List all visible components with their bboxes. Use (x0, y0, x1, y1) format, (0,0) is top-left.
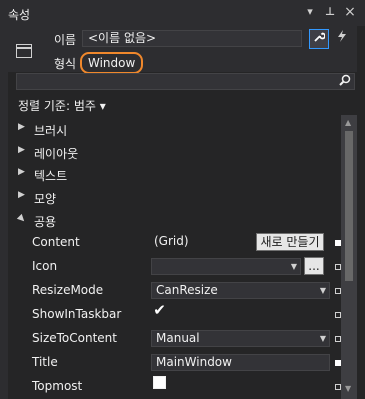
lightning-icon[interactable] (332, 29, 352, 49)
category-label: 텍스트 (34, 169, 68, 183)
chevron-down-icon: ▼ (319, 286, 326, 295)
category-label: 브러시 (34, 124, 68, 138)
category-appearance[interactable]: ▶ 모양 (8, 187, 341, 209)
search-input[interactable] (16, 73, 355, 90)
property-row-icon: Icon ▼ ... (8, 255, 341, 279)
left-gutter (0, 26, 8, 399)
close-icon[interactable]: × (342, 4, 358, 20)
title-input[interactable]: MainWindow (151, 354, 330, 371)
category-layout[interactable]: ▶ 레이아웃 (8, 142, 341, 164)
chevron-down-icon: ▼ (290, 262, 297, 271)
browse-icon-button[interactable]: ... (304, 257, 324, 275)
expand-icon: ▶ (18, 122, 25, 132)
panel-titlebar: 속성 ▾ ⊥ × (0, 0, 365, 26)
type-value: Window (80, 52, 144, 74)
property-row-sizetocontent: SizeToContent Manual ▼ (8, 327, 341, 351)
panel-title: 속성 (8, 8, 31, 22)
expand-icon: ▶ (18, 145, 25, 155)
property-name: Content (32, 235, 80, 249)
property-row-title: Title MainWindow (8, 351, 341, 375)
content-value: (Grid) (154, 234, 189, 248)
icon-select[interactable]: ▼ (151, 258, 301, 275)
resizemode-select[interactable]: CanResize ▼ (151, 282, 330, 299)
category-label: 모양 (34, 192, 57, 206)
property-name: Title (32, 355, 58, 369)
dropdown-icon[interactable]: ▾ (302, 4, 318, 20)
property-row-showintaskbar: ShowInTaskbar ✔ (8, 303, 341, 327)
search-icon (339, 74, 351, 89)
expand-icon: ▶ (18, 190, 25, 200)
type-label: 형식 (54, 57, 77, 71)
property-name: Topmost (32, 379, 83, 393)
scroll-up-icon[interactable]: ▲ (345, 118, 351, 127)
name-label: 이름 (54, 33, 77, 47)
scrollbar-thumb[interactable] (345, 131, 353, 281)
scroll-down-icon[interactable]: ▼ (345, 384, 351, 393)
name-input[interactable]: <이름 없음> (82, 30, 302, 47)
property-name: ResizeMode (32, 283, 104, 297)
category-brush[interactable]: ▶ 브러시 (8, 119, 341, 141)
vertical-scrollbar[interactable]: ▲ ▼ (341, 115, 357, 399)
showintaskbar-checkbox[interactable]: ✔ (153, 303, 166, 318)
category-label: 공용 (34, 215, 57, 229)
wrench-icon[interactable] (309, 29, 329, 49)
collapse-icon: ▶ (15, 213, 28, 225)
topmost-checkbox[interactable] (153, 376, 166, 389)
pin-icon[interactable]: ⊥ (322, 4, 338, 20)
category-text[interactable]: ▶ 텍스트 (8, 164, 341, 186)
sizetocontent-select[interactable]: Manual ▼ (151, 330, 330, 347)
expand-icon: ▶ (18, 167, 25, 177)
category-common[interactable]: ▶ 공용 (8, 210, 341, 232)
property-name: ShowInTaskbar (32, 307, 122, 321)
property-row-resizemode: ResizeMode CanResize ▼ (8, 279, 341, 303)
property-name: Icon (32, 259, 58, 273)
property-name: SizeToContent (32, 331, 117, 345)
property-row-topmost: Topmost (8, 375, 341, 399)
category-label: 레이아웃 (34, 147, 79, 161)
new-content-button[interactable]: 새로 만들기 (256, 233, 324, 251)
property-row-content: Content (Grid) 새로 만들기 (8, 231, 341, 255)
window-icon (16, 44, 32, 58)
chevron-down-icon: ▼ (319, 334, 326, 343)
sort-by-dropdown[interactable]: 정렬 기준: 범주 ▾ (18, 97, 106, 114)
